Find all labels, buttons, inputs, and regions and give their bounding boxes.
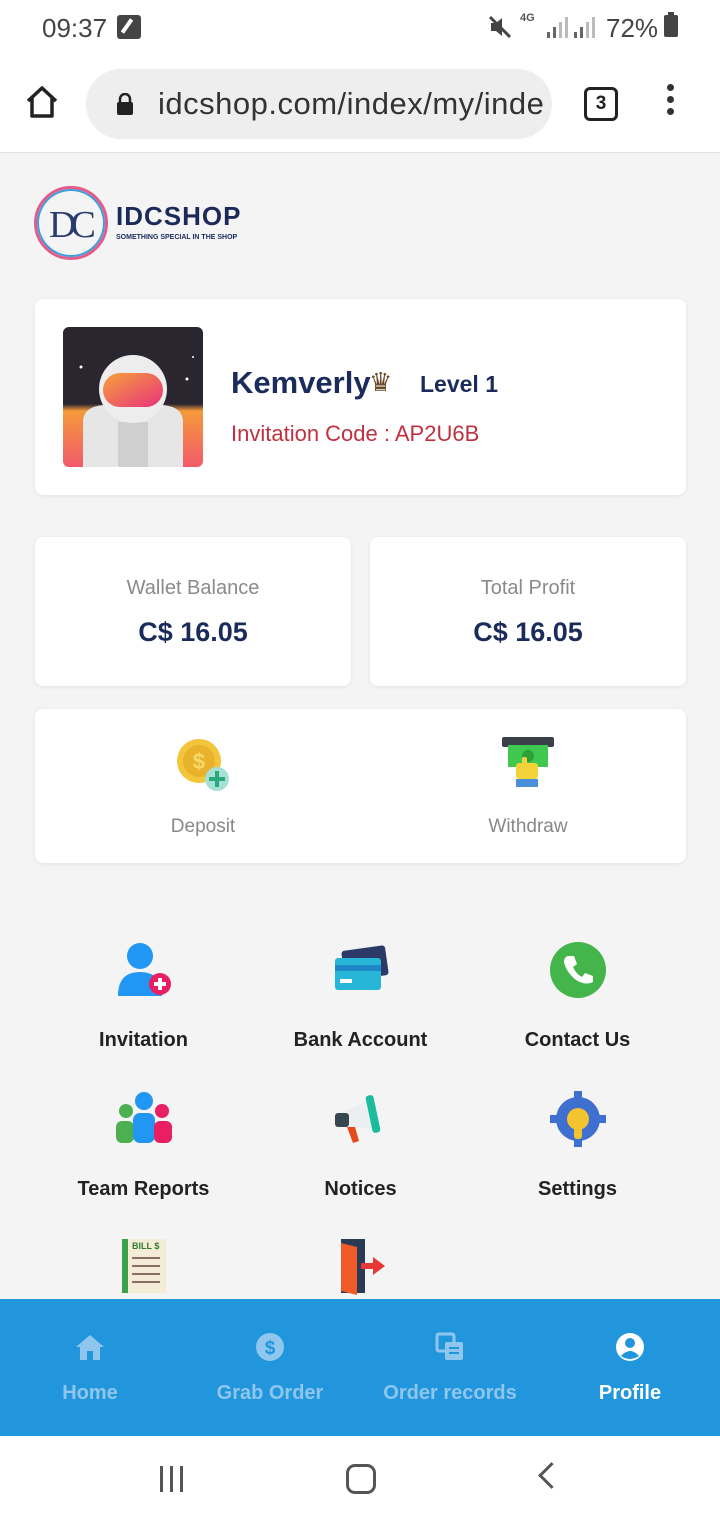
- total-profit-value: C$ 16.05: [473, 617, 583, 647]
- bank-account-label: Bank Account: [293, 1029, 428, 1051]
- menu-invitation[interactable]: Invitation: [35, 938, 252, 1052]
- bank-card-icon: [334, 945, 388, 990]
- site-logo[interactable]: DC IDCSHOP SOMETHING SPECIAL IN THE SHOP: [34, 186, 294, 260]
- nav-home-label: Home: [62, 1382, 118, 1404]
- nav-profile-label: Profile: [598, 1382, 662, 1404]
- logo-emblem: DC: [34, 186, 108, 260]
- tabs-button[interactable]: 3: [584, 87, 618, 121]
- invitation-code: Invitation Code : AP2U6B: [231, 421, 480, 446]
- nav-order-records[interactable]: Order records: [360, 1331, 540, 1405]
- bottom-nav: Home $ Grab Order Order records Profile: [0, 1299, 720, 1436]
- logout-door-icon: [340, 1239, 385, 1295]
- user-level: Level 1: [420, 371, 498, 397]
- deposit-button[interactable]: $ Deposit: [103, 735, 303, 838]
- copy-icon: [435, 1332, 463, 1360]
- menu-logout[interactable]: [252, 1235, 469, 1304]
- nav-home[interactable]: Home: [0, 1331, 180, 1405]
- user-circle-icon: [616, 1333, 644, 1361]
- network-type: 4G: [520, 12, 535, 24]
- more-vert-icon[interactable]: [660, 84, 680, 124]
- wallet-balance-label: Wallet Balance: [126, 577, 260, 599]
- signal-icon: [547, 17, 568, 38]
- svg-text:$: $: [265, 1338, 276, 1359]
- logo-name: IDCSHOP: [116, 201, 242, 231]
- megaphone-icon: [334, 1095, 380, 1143]
- menu-contact-us[interactable]: Contact Us: [469, 938, 686, 1052]
- recent-apps-icon[interactable]: [160, 1466, 190, 1492]
- username: Kemverly: [231, 365, 371, 400]
- edit-icon: [117, 15, 141, 39]
- nav-profile[interactable]: Profile: [540, 1331, 720, 1405]
- svg-text:$: $: [193, 749, 205, 774]
- total-profit-label: Total Profit: [480, 577, 576, 599]
- contact-us-label: Contact Us: [524, 1029, 631, 1051]
- phone-icon: [549, 942, 606, 998]
- url-text: idcshop.com/index/my/inde: [158, 86, 545, 121]
- status-time: 09:37: [42, 13, 108, 43]
- logo-tagline: SOMETHING SPECIAL IN THE SHOP: [116, 234, 238, 241]
- wallet-balance-card: Wallet Balance C$ 16.05: [35, 537, 351, 686]
- mute-icon: [488, 15, 512, 39]
- menu-team-reports[interactable]: Team Reports: [35, 1087, 252, 1201]
- status-bar: 09:37 4G 72%: [0, 0, 720, 56]
- withdraw-button[interactable]: Withdraw: [428, 735, 628, 838]
- actions-card: $ Deposit Withdraw: [35, 709, 686, 863]
- menu-notices[interactable]: Notices: [252, 1087, 469, 1201]
- back-icon[interactable]: [538, 1462, 565, 1489]
- signal-icon-2: [574, 17, 595, 38]
- deposit-label: Deposit: [170, 816, 236, 837]
- system-home-icon[interactable]: [346, 1464, 376, 1494]
- logo-monogram: DC: [49, 204, 96, 246]
- withdraw-label: Withdraw: [488, 816, 568, 837]
- menu-bill[interactable]: BILL $: [35, 1235, 252, 1304]
- profile-card: Kemverly ♛ Level 1 Invitation Code : AP2…: [35, 299, 686, 495]
- url-bar[interactable]: idcshop.com/index/my/inde: [86, 69, 552, 139]
- crown-icon: ♛: [369, 367, 393, 397]
- menu-bank-account[interactable]: Bank Account: [252, 938, 469, 1052]
- dollar-circle-icon: $: [256, 1333, 284, 1361]
- deposit-coin-icon: $: [177, 739, 229, 791]
- team-icon: [115, 1092, 172, 1143]
- avatar[interactable]: [63, 327, 203, 467]
- battery-percent: 72%: [606, 13, 659, 43]
- team-reports-label: Team Reports: [77, 1178, 210, 1200]
- total-profit-card: Total Profit C$ 16.05: [370, 537, 686, 686]
- wallet-balance-value: C$ 16.05: [138, 617, 248, 647]
- home-nav-icon: [76, 1335, 104, 1360]
- system-nav-bar: [0, 1436, 720, 1520]
- invitation-label: Invitation: [99, 1029, 188, 1051]
- bill-text: BILL $: [132, 1241, 159, 1251]
- notices-label: Notices: [324, 1178, 397, 1200]
- bill-icon: BILL $: [121, 1239, 166, 1293]
- nav-grab-order[interactable]: $ Grab Order: [180, 1331, 360, 1405]
- withdraw-atm-icon: [502, 737, 554, 787]
- invitation-icon: [117, 943, 171, 996]
- nav-grab-order-label: Grab Order: [216, 1382, 324, 1404]
- battery-icon: [664, 12, 678, 37]
- nav-order-records-label: Order records: [383, 1382, 517, 1404]
- menu-settings[interactable]: Settings: [469, 1087, 686, 1201]
- settings-gear-icon: [549, 1091, 606, 1147]
- lock-icon: [117, 93, 133, 115]
- home-icon[interactable]: [22, 82, 62, 122]
- settings-label: Settings: [538, 1178, 617, 1200]
- browser-toolbar: idcshop.com/index/my/inde 3: [0, 56, 720, 153]
